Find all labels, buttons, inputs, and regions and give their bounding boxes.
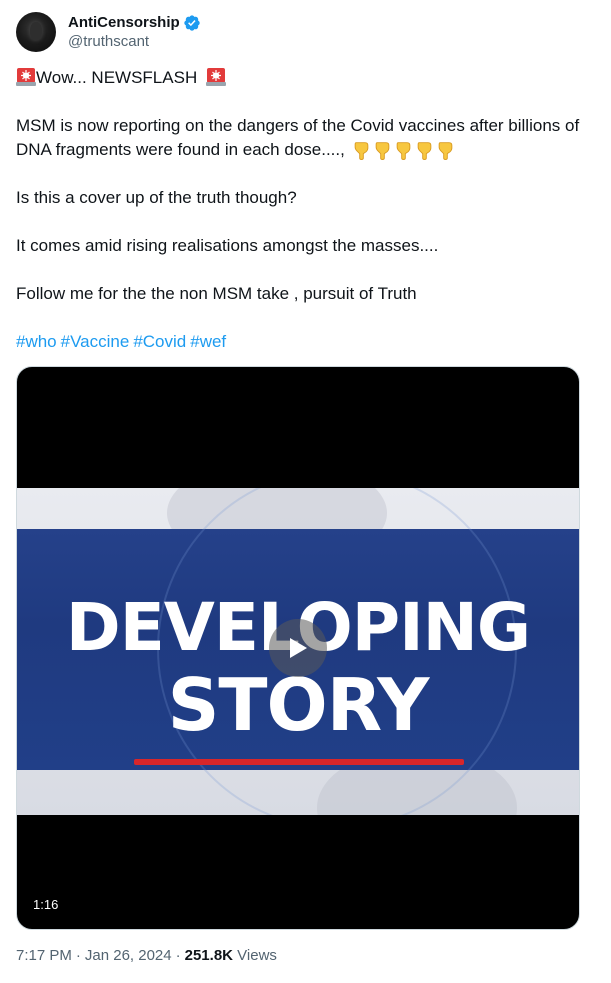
- avatar[interactable]: [16, 12, 56, 52]
- pointing-down-hand-icon: [417, 142, 431, 160]
- tweet-date[interactable]: Jan 26, 2024: [85, 947, 172, 964]
- name-row: AntiCensorship: [68, 13, 201, 32]
- tweet-meta: 7:17 PM · Jan 26, 2024 · 251.8K Views: [16, 946, 277, 966]
- headline-underline: [134, 759, 464, 765]
- hashtag-link[interactable]: #wef: [190, 332, 226, 351]
- tweet-line-1: Wow... NEWSFLASH: [16, 66, 596, 90]
- video-player[interactable]: DEVELOPING STORY 1:16: [16, 366, 580, 930]
- paragraph-2-text: MSM is now reporting on the dangers of t…: [16, 116, 580, 159]
- pointing-down-hand-icon: [375, 142, 389, 160]
- hashtag-link[interactable]: #Vaccine: [61, 332, 130, 351]
- newsflash-text: Wow... NEWSFLASH: [36, 68, 198, 87]
- tweet-time[interactable]: 7:17 PM: [16, 947, 72, 964]
- pointing-down-hand-icon: [354, 142, 368, 160]
- video-duration: 1:16: [27, 895, 65, 915]
- views-label: Views: [237, 947, 277, 964]
- police-car-light-icon: [205, 68, 226, 86]
- play-button[interactable]: [269, 619, 327, 677]
- separator-dot: ·: [175, 947, 181, 964]
- author-names: AntiCensorship @truthscant: [68, 13, 201, 51]
- play-icon: [290, 638, 307, 658]
- verified-badge-icon: [184, 14, 200, 31]
- tweet-paragraph-3: Is this a cover up of the truth though?: [16, 188, 297, 207]
- views-count: 251.8K: [184, 947, 233, 964]
- tweet-paragraph-2: MSM is now reporting on the dangers of t…: [16, 114, 596, 162]
- user-handle[interactable]: @truthscant: [68, 32, 201, 51]
- tweet-paragraph-5: Follow me for the the non MSM take , pur…: [16, 284, 417, 303]
- tweet-paragraph-4: It comes amid rising realisations amongs…: [16, 236, 439, 255]
- display-name[interactable]: AntiCensorship: [68, 13, 180, 32]
- hashtags: #who #Vaccine #Covid #wef: [16, 330, 596, 354]
- separator-dot: ·: [75, 947, 81, 964]
- hashtag-link[interactable]: #who: [16, 332, 57, 351]
- pointing-down-hand-icon: [396, 142, 410, 160]
- tweet-header: AntiCensorship @truthscant: [16, 12, 201, 52]
- pointing-down-hand-icon: [438, 142, 452, 160]
- police-car-light-icon: [16, 68, 36, 86]
- hashtag-link[interactable]: #Covid: [133, 332, 186, 351]
- tweet-text: Wow... NEWSFLASH MSM is now reporting on…: [16, 66, 596, 354]
- headline-line-2: STORY: [167, 663, 430, 747]
